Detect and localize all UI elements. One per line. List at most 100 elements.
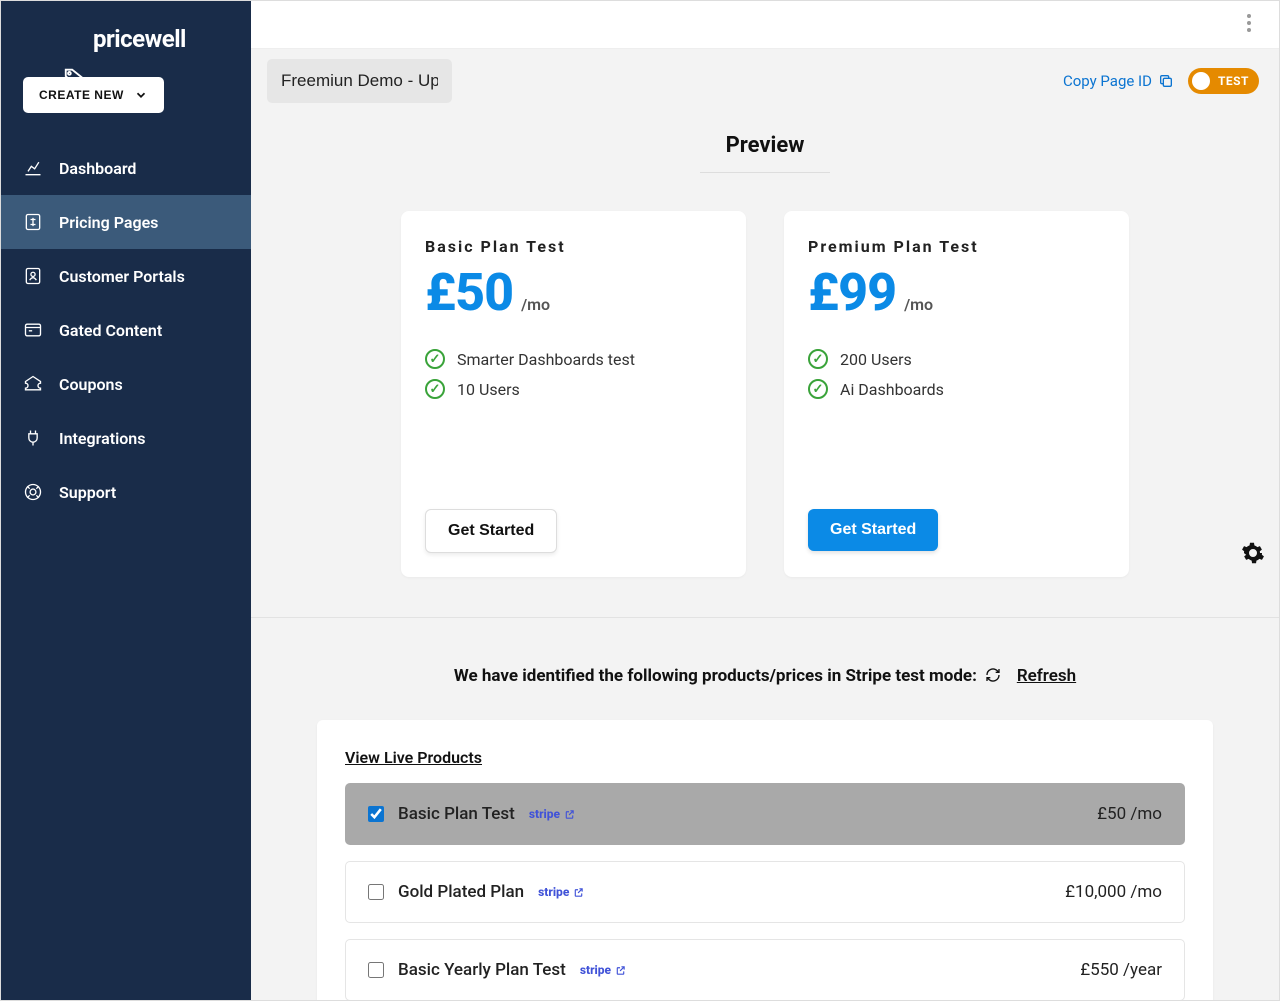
page-title-input[interactable] [267,59,452,103]
check-icon: ✓ [425,349,445,369]
plan-title: Basic Plan Test [425,237,722,256]
topbar [251,1,1279,49]
check-icon: ✓ [425,379,445,399]
product-name: Basic Plan Test [398,804,515,824]
brand-name: pricewell [93,25,186,53]
feature-item: ✓ Ai Dashboards [808,379,1105,399]
price-amount: £50 [425,262,513,323]
stripe-link[interactable]: stripe [538,885,584,899]
stripe-link[interactable]: stripe [580,963,626,977]
preview-cards: Basic Plan Test £50 /mo ✓ Smarter Dashboa… [251,211,1279,618]
feature-list: ✓ Smarter Dashboards test ✓ 10 Users [425,349,722,399]
gear-icon[interactable] [1241,541,1265,565]
dot-icon [1247,21,1251,25]
product-name: Gold Plated Plan [398,882,524,902]
product-price: £10,000 /mo [1065,882,1162,902]
sidebar: pricewell CREATE NEW Dashboard Pricing P… [1,1,251,1000]
toggle-knob [1192,72,1210,90]
external-link-icon [615,965,626,976]
product-price: £550 /year [1080,960,1162,980]
products-section: We have identified the following product… [251,618,1279,1000]
feature-item: ✓ 10 Users [425,379,722,399]
external-link-icon [564,809,575,820]
plan-card-basic: Basic Plan Test £50 /mo ✓ Smarter Dashboa… [401,211,746,577]
preview-heading: Preview [251,133,1279,185]
view-live-products-link[interactable]: View Live Products [345,748,482,767]
sidebar-item-pricing-pages[interactable]: Pricing Pages [1,195,251,249]
pricing-icon [23,212,43,232]
plug-icon [23,428,43,448]
get-started-button[interactable]: Get Started [425,509,557,553]
stripe-badge-text: stripe [538,885,569,899]
product-checkbox[interactable] [368,962,384,978]
dot-icon [1247,28,1251,32]
plan-card-premium: Premium Plan Test £99 /mo ✓ 200 Users ✓ Ai… [784,211,1129,577]
refresh-icon [985,667,1001,683]
kebab-menu-button[interactable] [1237,11,1261,35]
gate-icon [23,320,43,340]
create-new-button[interactable]: CREATE NEW [23,77,164,113]
mode-toggle[interactable]: TEST [1188,68,1259,94]
price-period: /mo [904,295,933,314]
nav: Dashboard Pricing Pages Customer Portals… [1,141,251,519]
chevron-down-icon [134,88,148,102]
toggle-label: TEST [1218,74,1249,88]
get-started-button[interactable]: Get Started [808,509,938,551]
sidebar-item-label: Support [59,483,116,502]
feature-item: ✓ 200 Users [808,349,1105,369]
header-actions: Copy Page ID TEST [1063,68,1259,94]
product-row[interactable]: Basic Plan Test stripe £50 /mo [345,783,1185,845]
ticket-icon [23,374,43,394]
check-icon: ✓ [808,349,828,369]
chart-icon [23,158,43,178]
feature-text: 10 Users [457,380,520,399]
sidebar-item-label: Dashboard [59,159,136,178]
product-name: Basic Yearly Plan Test [398,960,566,980]
tag-icon [63,66,85,88]
price-period: /mo [521,295,550,314]
feature-text: 200 Users [840,350,912,369]
check-icon: ✓ [808,379,828,399]
product-row[interactable]: Basic Yearly Plan Test stripe £550 /year [345,939,1185,1000]
plan-title: Premium Plan Test [808,237,1105,256]
copy-page-id-label: Copy Page ID [1063,72,1152,90]
sidebar-item-dashboard[interactable]: Dashboard [1,141,251,195]
sidebar-item-label: Gated Content [59,321,162,340]
external-link-icon [573,887,584,898]
sidebar-item-coupons[interactable]: Coupons [1,357,251,411]
page-header: Copy Page ID TEST [251,49,1279,103]
sidebar-item-label: Coupons [59,375,123,394]
portal-icon [23,266,43,286]
feature-text: Ai Dashboards [840,380,944,399]
copy-icon [1158,73,1174,89]
products-message: We have identified the following product… [454,666,977,686]
dot-icon [1247,14,1251,18]
feature-text: Smarter Dashboards test [457,350,635,369]
sidebar-item-integrations[interactable]: Integrations [1,411,251,465]
sidebar-item-customer-portals[interactable]: Customer Portals [1,249,251,303]
brand-logo: pricewell [1,1,251,77]
stripe-badge-text: stripe [580,963,611,977]
copy-page-id-link[interactable]: Copy Page ID [1063,72,1174,90]
stripe-link[interactable]: stripe [529,807,575,821]
product-checkbox[interactable] [368,806,384,822]
sidebar-item-label: Customer Portals [59,267,185,286]
plan-price: £50 /mo [425,262,722,323]
sidebar-item-label: Pricing Pages [59,213,158,232]
create-new-label: CREATE NEW [39,88,124,102]
products-panel: View Live Products Basic Plan Test strip… [317,720,1213,1000]
product-price: £50 /mo [1097,804,1162,824]
price-amount: £99 [808,262,896,323]
refresh-link[interactable]: Refresh [1017,666,1076,686]
product-row[interactable]: Gold Plated Plan stripe £10,000 /mo [345,861,1185,923]
feature-item: ✓ Smarter Dashboards test [425,349,722,369]
support-icon [23,482,43,502]
plan-price: £99 /mo [808,262,1105,323]
feature-list: ✓ 200 Users ✓ Ai Dashboards [808,349,1105,399]
main: Copy Page ID TEST Preview Basic Plan Tes… [251,49,1279,1000]
sidebar-item-gated-content[interactable]: Gated Content [1,303,251,357]
sidebar-item-support[interactable]: Support [1,465,251,519]
product-checkbox[interactable] [368,884,384,900]
sidebar-item-label: Integrations [59,429,145,448]
stripe-badge-text: stripe [529,807,560,821]
